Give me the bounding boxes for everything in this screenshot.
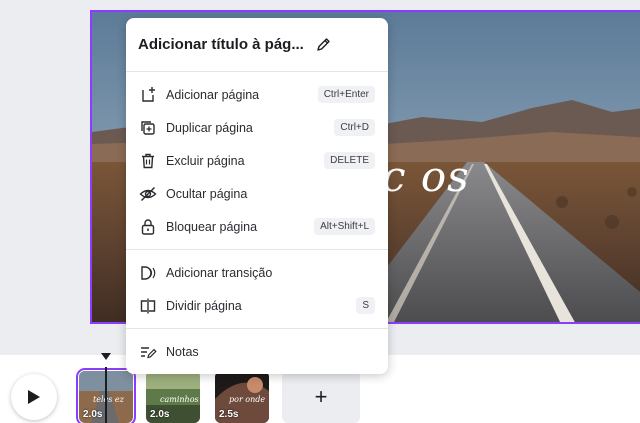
shortcut-badge: DELETE: [324, 152, 375, 169]
eye-off-icon: [138, 184, 158, 204]
menu-item-label: Notas: [166, 344, 199, 359]
play-icon: [28, 390, 40, 404]
notes-icon: [138, 342, 158, 362]
menu-item-duplicate-page[interactable]: Duplicar página Ctrl+D: [126, 111, 388, 144]
menu-item-label: Excluir página: [166, 153, 245, 168]
add-page-icon: [138, 85, 158, 105]
menu-item-notes[interactable]: Notas: [126, 335, 388, 368]
menu-item-label: Duplicar página: [166, 120, 253, 135]
scrubber-marker-icon[interactable]: [101, 353, 111, 360]
timeline-thumbnail-3[interactable]: por onde 2.5s: [215, 371, 269, 423]
shortcut-badge: S: [356, 297, 375, 314]
pencil-icon[interactable]: [316, 37, 331, 52]
menu-item-delete-page[interactable]: Excluir página DELETE: [126, 144, 388, 177]
shortcut-badge: Ctrl+D: [334, 119, 375, 136]
shortcut-badge: Ctrl+Enter: [317, 86, 375, 103]
thumbnail-caption: teles ez: [93, 395, 124, 404]
thumbnail-caption: caminhos: [160, 395, 199, 404]
split-icon: [138, 296, 158, 316]
page-title-field[interactable]: Adicionar título à pág...: [138, 36, 304, 53]
menu-header: Adicionar título à pág...: [126, 18, 388, 72]
shortcut-badge: Alt+Shift+L: [314, 218, 375, 235]
thumbnail-duration: 2.0s: [83, 409, 103, 420]
menu-item-label: Ocultar página: [166, 186, 248, 201]
menu-item-add-transition[interactable]: Adicionar transição: [126, 256, 388, 289]
menu-item-split-page[interactable]: Dividir página S: [126, 289, 388, 322]
thumbnail-duration: 2.0s: [150, 409, 170, 420]
menu-item-lock-page[interactable]: Bloquear página Alt+Shift+L: [126, 210, 388, 243]
menu-item-label: Dividir página: [166, 298, 242, 313]
transition-icon: [138, 263, 158, 283]
menu-item-label: Bloquear página: [166, 219, 258, 234]
thumbnail-caption: por onde: [229, 395, 266, 404]
page-context-menu: Adicionar título à pág... Adicionar pági…: [126, 18, 388, 374]
menu-item-add-page[interactable]: Adicionar página Ctrl+Enter: [126, 78, 388, 111]
thumbnail-duration: 2.5s: [219, 409, 239, 420]
menu-item-hide-page[interactable]: Ocultar página: [126, 177, 388, 210]
playhead[interactable]: [105, 367, 107, 423]
add-page-button[interactable]: +: [282, 371, 360, 423]
menu-item-label: Adicionar transição: [166, 265, 273, 280]
menu-item-label: Adicionar página: [166, 87, 260, 102]
duplicate-icon: [138, 118, 158, 138]
play-button[interactable]: [11, 374, 57, 420]
timeline-thumbnail-2[interactable]: caminhos 2.0s: [146, 371, 200, 423]
trash-icon: [138, 151, 158, 171]
page-script-text: c os: [382, 152, 470, 201]
lock-icon: [138, 217, 158, 237]
